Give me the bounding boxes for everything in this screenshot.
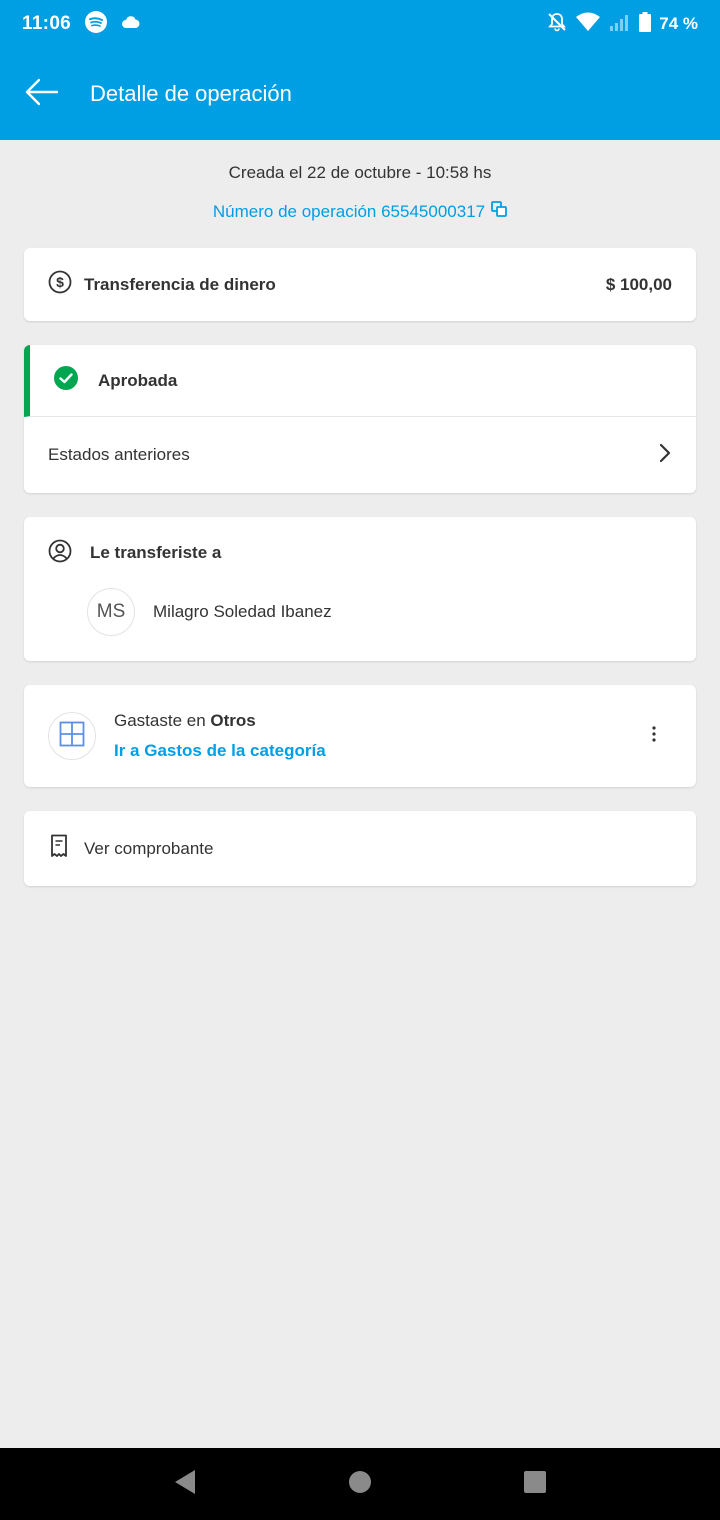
status-approved-row: Aprobada: [24, 345, 696, 417]
category-line: Gastaste en Otros: [114, 711, 326, 731]
receipt-card[interactable]: Ver comprobante: [24, 811, 696, 886]
app-bar: Detalle de operación: [0, 48, 720, 140]
receipt-icon: [50, 834, 68, 863]
notifications-off-icon: [547, 12, 567, 37]
transfer-card: $ Transferencia de dinero $ 100,00: [24, 248, 696, 321]
circle-home-icon: [349, 1470, 371, 1498]
battery-icon: [639, 11, 652, 37]
grid-icon: [59, 721, 85, 752]
status-label: Aprobada: [98, 370, 178, 390]
copy-icon[interactable]: [491, 201, 508, 222]
category-card: Gastaste en Otros Ir a Gastos de la cate…: [24, 685, 696, 787]
category-text: Gastaste en Otros Ir a Gastos de la cate…: [114, 711, 326, 761]
status-bar: 11:06 74 %: [0, 0, 720, 48]
triangle-back-icon: [174, 1469, 196, 1500]
signal-icon: [609, 13, 631, 36]
dollar-icon: $: [48, 270, 72, 299]
battery-percent: 74 %: [659, 14, 698, 33]
previous-states-label: Estados anteriores: [48, 445, 190, 464]
transfer-amount: $ 100,00: [605, 274, 672, 294]
more-vert-icon: [651, 725, 657, 747]
operation-number[interactable]: Número de operación 65545000317: [0, 201, 720, 222]
created-date: Creada el 22 de octubre - 10:58 hs: [228, 163, 492, 182]
square-recents-icon: [524, 1470, 546, 1498]
page-title: Detalle de operación: [90, 81, 292, 106]
more-options-button[interactable]: [642, 716, 666, 756]
recipient-card: Le transferiste a MS Milagro Soledad Iba…: [24, 517, 696, 661]
nav-recents-button[interactable]: [448, 1448, 623, 1520]
back-button[interactable]: [0, 48, 84, 140]
recipient-row: MS Milagro Soledad Ibanez: [48, 588, 672, 636]
previous-states-row[interactable]: Estados anteriores: [24, 417, 696, 493]
category-prefix: Gastaste en: [114, 711, 211, 730]
nav-back-button[interactable]: [98, 1448, 273, 1520]
user-circle-icon: [48, 539, 72, 568]
operation-number-text: Número de operación 65545000317: [212, 201, 486, 221]
recipient-name: Milagro Soledad Ibanez: [153, 602, 332, 621]
nav-home-button[interactable]: [273, 1448, 448, 1520]
transfer-label: Transferencia de dinero: [84, 274, 276, 294]
chevron-right-icon: [658, 443, 672, 468]
check-circle-icon: [54, 366, 78, 395]
svg-text:$: $: [56, 274, 64, 290]
receipt-label: Ver comprobante: [84, 838, 214, 858]
wifi-icon: [575, 12, 601, 37]
category-expenses-link[interactable]: Ir a Gastos de la categoría: [114, 741, 326, 761]
category-icon-wrapper: [48, 712, 96, 760]
category-name: Otros: [210, 711, 256, 730]
status-card: Aprobada Estados anteriores: [24, 345, 696, 493]
cloud-icon: [121, 15, 141, 34]
arrow-back-icon: [25, 78, 59, 111]
recipient-header: Le transferiste a: [48, 517, 672, 589]
avatar: MS: [87, 588, 135, 636]
spotify-icon: [85, 10, 108, 38]
status-time: 11:06: [22, 13, 72, 34]
recipient-header-label: Le transferiste a: [90, 543, 222, 562]
system-nav-bar: [0, 1448, 720, 1520]
